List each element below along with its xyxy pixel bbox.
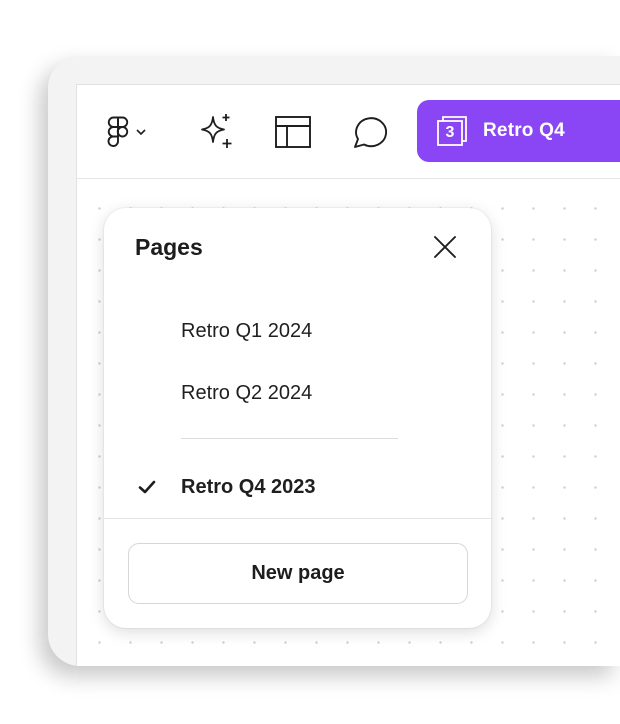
toolbar: 3 Retro Q4 <box>77 85 620 179</box>
sparkles-icon <box>197 112 237 152</box>
layout-icon <box>274 115 312 149</box>
page-item-retro-q4-2023[interactable]: Retro Q4 2023 <box>104 464 491 510</box>
pages-panel: Pages Retro Q1 2024 Retro Q2 2024 Retro … <box>104 208 491 628</box>
page-item-label: Retro Q4 2023 <box>181 475 316 498</box>
page-count: 3 <box>445 124 455 141</box>
panel-footer-divider <box>104 518 491 519</box>
chevron-down-icon <box>135 127 147 137</box>
page-item-retro-q2-2024[interactable]: Retro Q2 2024 <box>104 370 491 416</box>
page-item-label: Retro Q2 2024 <box>181 381 313 404</box>
comment-icon <box>350 113 388 151</box>
main-menu-button[interactable] <box>101 109 153 155</box>
templates-button[interactable] <box>269 109 317 155</box>
new-page-button[interactable]: New page <box>128 543 468 604</box>
pages-count-icon: 3 <box>435 114 469 148</box>
current-page-label: Retro Q4 <box>483 120 565 141</box>
page-item-retro-q1-2024[interactable]: Retro Q1 2024 <box>104 308 491 354</box>
panel-title: Pages <box>135 234 203 260</box>
close-icon <box>433 235 457 264</box>
figma-logo-icon <box>107 116 129 148</box>
ai-tools-button[interactable] <box>193 109 241 155</box>
checkmark-icon <box>137 477 157 497</box>
comments-button[interactable] <box>345 109 393 155</box>
close-button[interactable] <box>428 232 462 266</box>
page-item-label: Retro Q1 2024 <box>181 319 313 342</box>
pages-menu-button[interactable]: 3 Retro Q4 <box>417 100 620 162</box>
page-list-divider <box>181 438 398 439</box>
